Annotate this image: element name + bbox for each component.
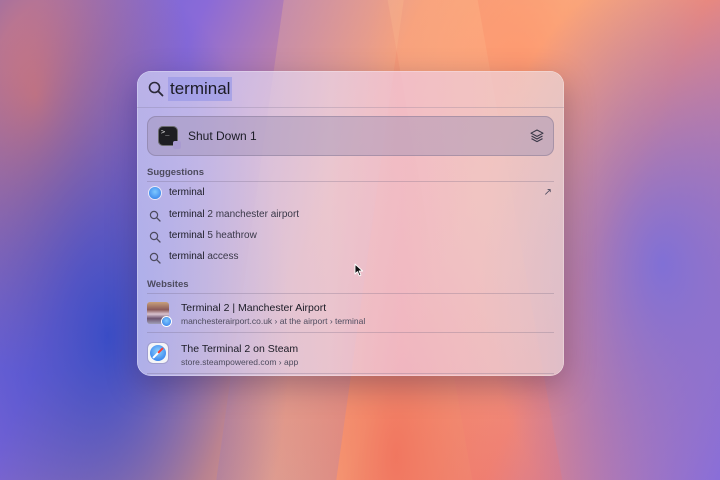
website-result[interactable]: The Terminal 2 on Steam store.steampower… [147,341,554,375]
website-url: store.steampowered.com › app [181,357,299,367]
suggestion-item[interactable]: terminal 2 manchester airport [147,206,554,226]
safari-icon [149,187,161,199]
webpage-thumbnail [147,302,171,326]
suggestion-text: terminal [169,209,205,220]
divider [147,293,554,294]
suggestion-text: terminal [169,251,205,262]
terminal-icon: >_ [158,126,181,149]
search-icon [149,231,161,243]
search-input[interactable]: terminal [168,77,233,101]
website-url: manchesterairport.co.uk › at the airport… [181,316,366,326]
search-icon [149,210,161,222]
websites-heading: Websites [147,279,189,290]
suggestions-heading: Suggestions [147,167,205,178]
safari-icon [162,317,171,326]
arrow-up-right-icon: ↗ [543,187,552,198]
divider [147,181,554,182]
suggestion-item[interactable]: terminal 5 heathrow [147,227,554,247]
spotlight-panel: terminal >_ Shut Down 1 Suggestions term… [137,71,564,376]
safari-icon [148,343,168,363]
suggestion-item[interactable]: terminal ↗ [147,184,554,204]
search-icon [149,252,161,264]
suggestion-text: terminal [169,187,205,198]
suggestion-rest: access [204,251,239,262]
top-hit-label: Shut Down 1 [188,129,257,143]
suggestion-rest: 5 heathrow [204,230,257,241]
search-bar: terminal [137,71,564,108]
top-hit-result[interactable]: >_ Shut Down 1 [147,116,554,156]
website-result[interactable]: Terminal 2 | Manchester Airport manchest… [147,300,554,334]
website-title: Terminal 2 | Manchester Airport [181,302,327,314]
layers-icon[interactable] [530,129,544,143]
suggestion-text: terminal [169,230,205,241]
suggestion-rest: 2 manchester airport [204,209,300,220]
divider [147,332,554,333]
website-title: The Terminal 2 on Steam [181,343,299,355]
divider [147,373,554,374]
search-icon [148,81,164,97]
mouse-pointer-icon [354,263,364,277]
suggestion-item[interactable]: terminal access [147,248,554,268]
